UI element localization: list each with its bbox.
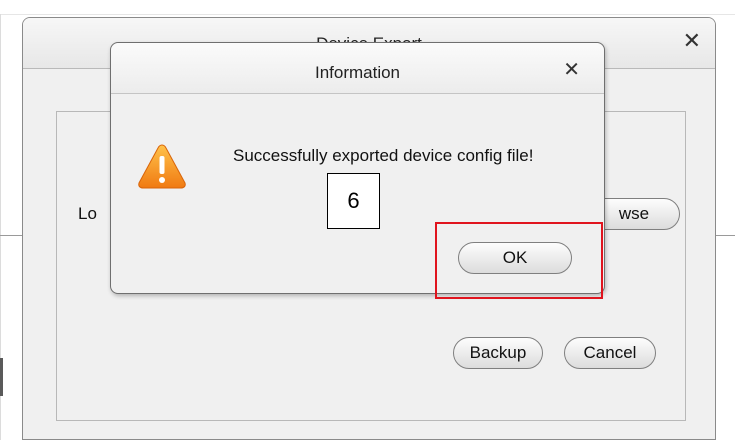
export-success-message: Successfully exported device config file… xyxy=(233,146,534,165)
warning-icon xyxy=(138,144,186,189)
step-number-annotation: 6 xyxy=(327,173,380,229)
background-edge-line xyxy=(0,14,735,15)
background-edge-mark xyxy=(0,358,3,396)
location-label: Lo xyxy=(78,204,97,223)
information-title: Information xyxy=(314,63,401,82)
cancel-button[interactable]: Cancel xyxy=(564,337,656,369)
ok-button-highlight xyxy=(435,222,603,299)
backup-button[interactable]: Backup xyxy=(453,337,543,369)
information-titlebar: Information ✕ xyxy=(111,43,604,94)
close-icon[interactable]: ✕ xyxy=(563,60,580,80)
background-divider xyxy=(0,235,22,236)
background-divider xyxy=(716,235,735,236)
close-icon[interactable]: ✕ xyxy=(683,30,701,52)
